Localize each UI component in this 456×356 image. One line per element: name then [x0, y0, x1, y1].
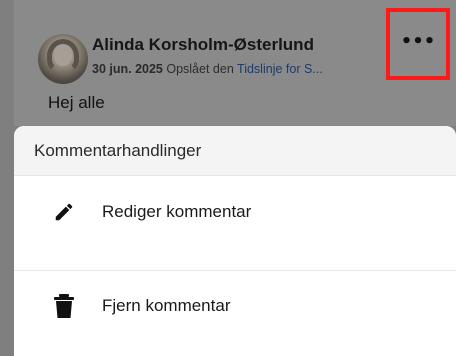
trash-icon	[52, 294, 76, 318]
delete-comment-button[interactable]: Fjern kommentar	[14, 276, 456, 336]
app-viewport: Alinda Korsholm-Østerlund 30 jun. 2025 O…	[0, 0, 456, 356]
delete-comment-label: Fjern kommentar	[102, 296, 231, 315]
comment-actions-sheet: Kommentarhandlinger Rediger kommentar Fj…	[14, 126, 456, 356]
posted-on-prefix: Opslået den	[166, 62, 234, 76]
author-name[interactable]: Alinda Korsholm-Østerlund	[92, 35, 314, 55]
more-options-button[interactable]: •••	[386, 8, 450, 80]
pencil-icon	[52, 200, 76, 224]
divider	[14, 270, 456, 271]
edit-comment-label: Rediger kommentar	[102, 202, 252, 221]
post-meta: 30 jun. 2025 Opslået den Tidslinje for S…	[92, 62, 323, 76]
more-horizontal-icon: •••	[400, 30, 436, 52]
edit-comment-button[interactable]: Rediger kommentar	[14, 182, 456, 242]
post-date: 30 jun. 2025	[92, 62, 163, 76]
timeline-link[interactable]: Tidslinje for S...	[237, 62, 323, 76]
post-text: Hej alle	[48, 93, 105, 112]
avatar-hair	[47, 39, 79, 73]
avatar[interactable]	[38, 34, 88, 84]
sheet-title: Kommentarhandlinger	[14, 126, 456, 176]
